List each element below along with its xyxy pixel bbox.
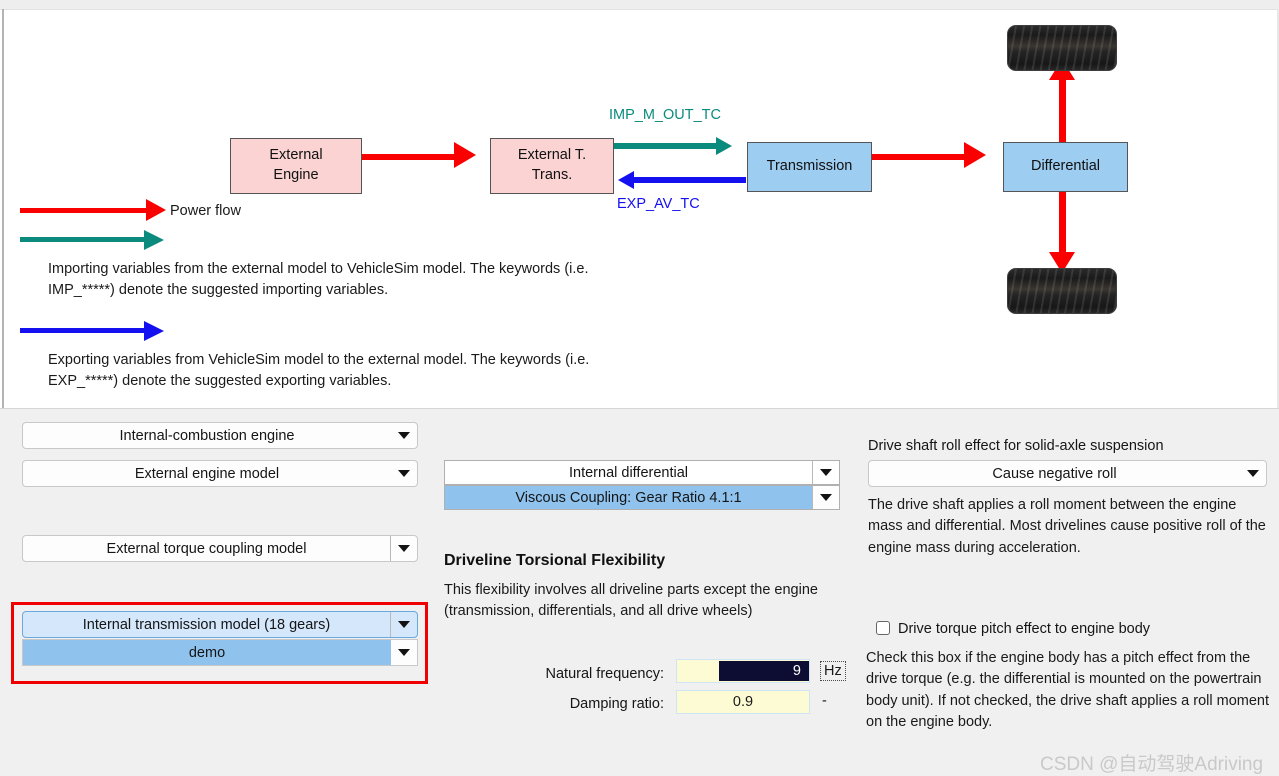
chevron-down-icon[interactable] <box>812 461 839 484</box>
torque-coupling-value: External torque coupling model <box>106 540 307 557</box>
differential-type-dropdown[interactable]: Internal differential <box>444 460 840 485</box>
diagram-node-external-engine-label: External Engine <box>269 147 323 183</box>
diagram-node-transmission-label: Transmission <box>766 158 853 175</box>
roll-effect-dropdown[interactable]: Cause negative roll <box>868 460 1267 487</box>
chevron-down-icon[interactable] <box>390 536 417 561</box>
roll-effect-value: Cause negative roll <box>992 465 1117 482</box>
chevron-down-icon[interactable] <box>390 612 417 637</box>
diagram-node-external-t-trans[interactable]: External T. Trans. <box>490 138 614 194</box>
wheel-bottom-icon <box>1007 268 1117 314</box>
engine-type-dropdown[interactable]: Internal-combustion engine <box>22 422 418 449</box>
engine-type-value: Internal-combustion engine <box>119 427 295 444</box>
legend-import-description: Importing variables from the external mo… <box>48 261 589 298</box>
power-flow-arrowhead-engine-to-trans <box>454 142 476 168</box>
chevron-down-icon[interactable] <box>391 423 417 448</box>
roll-effect-description: The drive shaft applies a roll moment be… <box>868 497 1266 556</box>
legend-power-flow-line <box>20 208 154 213</box>
control-panel: Internal-combustion engine External engi… <box>0 408 1279 776</box>
transmission-dataset-value: demo <box>23 640 391 665</box>
natural-frequency-unit[interactable]: Hz <box>820 661 846 681</box>
csdn-watermark: CSDN @自动驾驶Adriving <box>1040 754 1264 775</box>
export-signal-arrowhead <box>618 171 634 189</box>
legend-export-description: Exporting variables from VehicleSim mode… <box>48 352 590 389</box>
diagram-node-differential-label: Differential <box>1030 158 1101 175</box>
power-flow-line-engine-to-trans <box>358 154 458 160</box>
legend-import-line <box>20 237 150 242</box>
powertrain-diagram: External Engine External T. Trans. Transmi… <box>4 10 1277 408</box>
drive-torque-pitch-label: Drive torque pitch effect to engine body <box>898 621 1151 637</box>
damping-ratio-value: 0.9 <box>732 694 754 710</box>
export-signal-line <box>634 177 746 183</box>
transmission-model-dropdown[interactable]: Internal transmission model (18 gears) <box>22 611 418 638</box>
legend-power-flow-arrowhead <box>146 199 166 221</box>
application-window: External Engine External T. Trans. Transmi… <box>0 0 1279 776</box>
differential-dataset-value: Viscous Coupling: Gear Ratio 4.1:1 <box>515 489 742 506</box>
power-flow-line-diff-to-top-wheel <box>1059 70 1066 144</box>
torque-coupling-dropdown[interactable]: External torque coupling model <box>22 535 418 562</box>
diagram-node-transmission[interactable]: Transmission <box>747 142 872 192</box>
legend-import-arrowhead <box>144 230 164 250</box>
chevron-down-icon[interactable] <box>391 461 417 486</box>
driveline-flexibility-description: This flexibility involves all driveline … <box>444 582 818 620</box>
legend-export-line <box>20 328 150 333</box>
import-signal-line <box>610 143 720 149</box>
roll-effect-label: Drive shaft roll effect for solid-axle s… <box>868 438 1164 454</box>
import-signal-arrowhead <box>716 137 732 155</box>
differential-dataset-dropdown[interactable]: Viscous Coupling: Gear Ratio 4.1:1 <box>444 485 840 510</box>
power-flow-line-trans-to-diff <box>868 154 968 160</box>
engine-model-value: External engine model <box>134 465 280 482</box>
drive-torque-pitch-description: Check this box if the engine body has a … <box>866 650 1269 730</box>
import-signal-label: IMP_M_OUT_TC <box>609 107 721 123</box>
natural-frequency-input[interactable]: 9 <box>676 659 810 683</box>
power-flow-arrowhead-trans-to-diff <box>964 142 986 168</box>
transmission-dataset-dropdown[interactable]: demo <box>22 639 418 666</box>
chevron-down-icon[interactable] <box>812 486 839 509</box>
legend-power-flow-label: Power flow <box>170 203 241 219</box>
natural-frequency-label: Natural frequency: <box>545 666 664 682</box>
legend-export-arrowhead <box>144 321 164 341</box>
engine-model-dropdown[interactable]: External engine model <box>22 460 418 487</box>
diagram-node-external-t-trans-label: External T. Trans. <box>517 147 587 183</box>
diagram-node-external-engine[interactable]: External Engine <box>230 138 362 194</box>
drive-torque-pitch-checkbox[interactable] <box>876 621 890 635</box>
differential-type-value: Internal differential <box>568 464 689 481</box>
diagram-node-differential[interactable]: Differential <box>1003 142 1128 192</box>
export-signal-label: EXP_AV_TC <box>617 196 700 212</box>
power-flow-line-diff-to-bottom-wheel <box>1059 185 1066 261</box>
damping-ratio-label: Damping ratio: <box>569 696 664 712</box>
window-top-strip <box>0 0 1279 10</box>
driveline-flexibility-title: Driveline Torsional Flexibility <box>444 552 666 569</box>
transmission-model-value: Internal transmission model (18 gears) <box>82 616 331 633</box>
damping-ratio-unit: - <box>822 693 827 709</box>
chevron-down-icon[interactable] <box>391 640 417 665</box>
wheel-top-icon <box>1007 25 1117 71</box>
chevron-down-icon[interactable] <box>1240 461 1266 486</box>
damping-ratio-input[interactable]: 0.9 <box>676 690 810 714</box>
natural-frequency-value: 9 <box>718 661 809 681</box>
